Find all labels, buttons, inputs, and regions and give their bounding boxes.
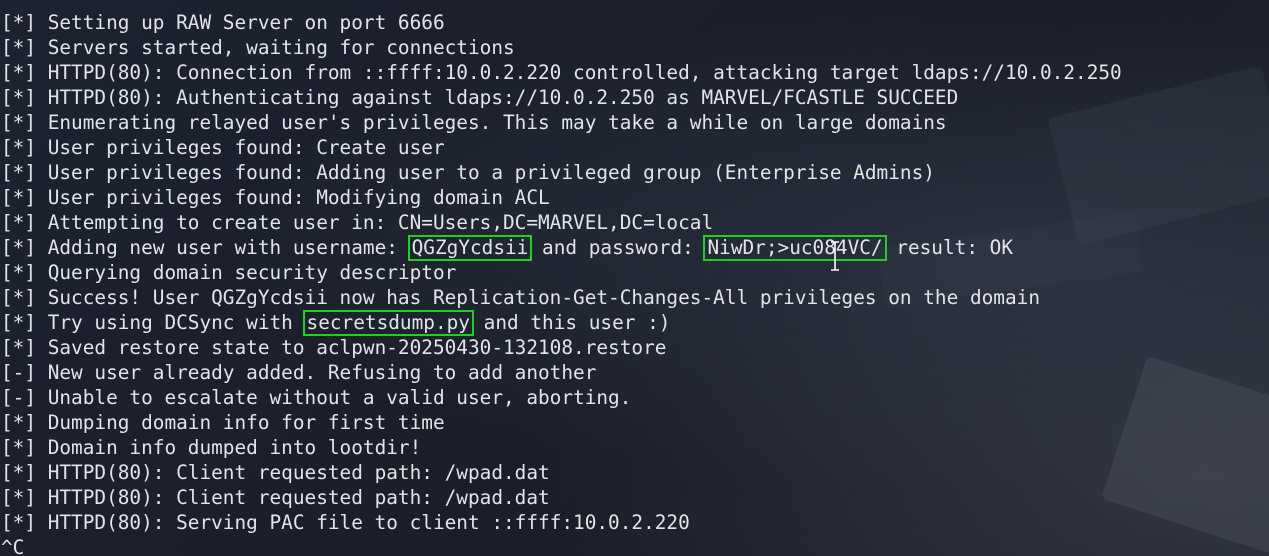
terminal-output: [*] Setting up RAW Server on port 6666 […	[1, 10, 1122, 556]
adding-user-suffix: result: OK	[884, 236, 1014, 259]
highlighted-password: NiwDr;>uc084VC/	[703, 235, 887, 261]
dcsync-line: [*] Try using DCSync with secretsdump.py…	[1, 310, 1122, 336]
output-line: [*] User privileges found: Adding user t…	[1, 161, 935, 184]
terminal-window[interactable]: [*] Setting up RAW Server on port 6666 […	[0, 0, 1269, 556]
output-line: [-] New user already added. Refusing to …	[1, 361, 597, 384]
output-line: [*] Querying domain security descriptor	[1, 261, 457, 284]
dcsync-suffix: and this user :)	[471, 311, 671, 334]
output-line: [-] Unable to escalate without a valid u…	[1, 386, 632, 409]
text-cursor-icon	[831, 241, 839, 271]
adding-user-middle: and password:	[530, 236, 706, 259]
output-line: [*] Setting up RAW Server on port 6666	[1, 11, 445, 34]
output-line: [*] Enumerating relayed user's privilege…	[1, 111, 947, 134]
output-line: [*] User privileges found: Modifying dom…	[1, 186, 550, 209]
interrupt-line: ^C	[1, 536, 25, 556]
output-line: [*] Attempting to create user in: CN=Use…	[1, 211, 714, 234]
highlighted-username: QGZgYcdsii	[407, 235, 533, 261]
adding-user-prefix: [*] Adding new user with username:	[1, 236, 410, 259]
output-line: [*] HTTPD(80): Connection from ::ffff:10…	[1, 61, 1122, 84]
highlighted-tool: secretsdump.py	[302, 310, 474, 336]
output-line: [*] Saved restore state to aclpwn-202504…	[1, 336, 667, 359]
output-line: [*] Servers started, waiting for connect…	[1, 36, 515, 59]
output-line: [*] HTTPD(80): Client requested path: /w…	[1, 461, 550, 484]
output-line: [*] User privileges found: Create user	[1, 136, 445, 159]
adding-user-line: [*] Adding new user with username: QGZgY…	[1, 235, 1122, 261]
wallpaper-shape	[1101, 355, 1269, 555]
dcsync-prefix: [*] Try using DCSync with	[1, 311, 305, 334]
output-line: [*] Domain info dumped into lootdir!	[1, 436, 422, 459]
output-line: [*] HTTPD(80): Serving PAC file to clien…	[1, 511, 690, 534]
output-line: [*] Dumping domain info for first time	[1, 411, 445, 434]
output-line: [*] HTTPD(80): Authenticating against ld…	[1, 86, 959, 109]
output-line: [*] HTTPD(80): Client requested path: /w…	[1, 486, 550, 509]
output-line: [*] Success! User QGZgYcdsii now has Rep…	[1, 286, 1040, 309]
